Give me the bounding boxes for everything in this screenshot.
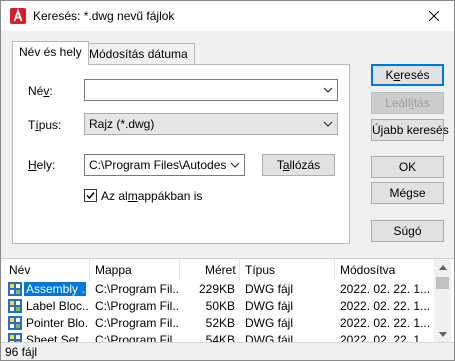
help-button[interactable]: Súgó <box>371 220 444 242</box>
scroll-down-icon[interactable] <box>434 326 451 343</box>
cell-folder: C:\Program Fil... <box>95 282 179 296</box>
chevron-down-icon[interactable] <box>323 86 333 94</box>
column-separator[interactable] <box>334 259 335 281</box>
status-bar: 96 fájl <box>1 342 454 360</box>
cell-name: Pointer Blo... <box>26 316 88 330</box>
subfolders-label[interactable]: Az almappákban is <box>101 189 202 203</box>
table-row[interactable]: Pointer Blo... C:\Program Fil... 52KB DW… <box>1 315 434 332</box>
cell-folder: C:\Program Fil... <box>95 299 179 313</box>
type-label: Típus: <box>28 118 62 132</box>
column-header-name[interactable]: Név <box>9 259 30 281</box>
scrollbar-thumb[interactable] <box>436 277 449 289</box>
stop-button[interactable]: Leállítás <box>371 92 444 114</box>
close-icon[interactable] <box>422 5 446 27</box>
chevron-down-icon[interactable] <box>230 161 240 169</box>
column-header-size[interactable]: Méret <box>205 259 236 281</box>
name-combobox[interactable] <box>84 79 338 101</box>
tab-panel: Név: Típus: Rajz (*.dwg) Hely: C:\Progra… <box>12 64 350 244</box>
file-count: 96 fájl <box>5 345 38 359</box>
location-combobox-value: C:\Program Files\Autodesk\A <box>89 158 227 172</box>
results-list[interactable]: Név Mappa Méret Típus Módosítva Assembly… <box>1 258 454 343</box>
search-button[interactable]: Keresés <box>371 64 444 86</box>
cell-modified: 2022. 02. 22. 1... <box>340 282 431 296</box>
checkmark-icon <box>86 192 95 200</box>
search-dialog: Keresés: *.dwg nevű fájlok Név és hely M… <box>0 0 455 361</box>
cell-modified: 2022. 02. 22. 1... <box>340 299 431 313</box>
column-separator[interactable] <box>179 259 180 281</box>
cell-modified: 2022. 02. 22. 1... <box>340 316 431 330</box>
column-separator[interactable] <box>89 259 90 281</box>
cancel-button[interactable]: Mégse <box>371 182 444 204</box>
ok-button[interactable]: OK <box>371 156 444 178</box>
type-combobox[interactable]: Rajz (*.dwg) <box>84 113 338 135</box>
tab-date-modified[interactable]: Módosítás dátuma <box>82 43 195 64</box>
column-header-type[interactable]: Típus <box>245 259 275 281</box>
chevron-down-icon[interactable] <box>323 120 333 128</box>
cell-size: 229KB <box>198 282 235 296</box>
name-label: Név: <box>28 84 53 98</box>
tab-name-and-location[interactable]: Név és hely <box>12 41 89 65</box>
type-combobox-value: Rajz (*.dwg) <box>89 117 155 131</box>
cell-name: Label Bloc... <box>26 299 88 313</box>
cell-type: DWG fájl <box>245 299 293 313</box>
browse-button[interactable]: Tallózás <box>262 154 335 176</box>
table-row[interactable]: Label Bloc... C:\Program Fil... 50KB DWG… <box>1 298 434 315</box>
dwg-file-icon <box>8 282 22 296</box>
dwg-file-icon <box>8 316 22 330</box>
cell-size: 50KB <box>205 299 235 313</box>
column-header-folder[interactable]: Mappa <box>95 259 132 281</box>
location-label: Hely: <box>28 158 56 172</box>
cell-type: DWG fájl <box>245 282 293 296</box>
location-combobox[interactable]: C:\Program Files\Autodesk\A <box>84 154 245 176</box>
cell-name: Assembly ... <box>24 282 86 296</box>
window-title: Keresés: *.dwg nevű fájlok <box>33 9 175 23</box>
cell-folder: C:\Program Fil... <box>95 316 179 330</box>
new-search-button[interactable]: Újabb keresés <box>371 119 449 141</box>
autocad-app-icon <box>10 8 26 24</box>
cell-type: DWG fájl <box>245 316 293 330</box>
table-row[interactable]: Assembly ... C:\Program Fil... 229KB DWG… <box>1 281 434 298</box>
subfolders-checkbox[interactable] <box>84 189 97 202</box>
dwg-file-icon <box>8 299 22 313</box>
cell-size: 52KB <box>205 316 235 330</box>
column-separator[interactable] <box>239 259 240 281</box>
column-header-modified[interactable]: Módosítva <box>340 259 395 281</box>
scroll-up-icon[interactable] <box>434 259 451 276</box>
title-bar[interactable]: Keresés: *.dwg nevű fájlok <box>1 1 454 31</box>
vertical-scrollbar[interactable] <box>434 259 451 343</box>
